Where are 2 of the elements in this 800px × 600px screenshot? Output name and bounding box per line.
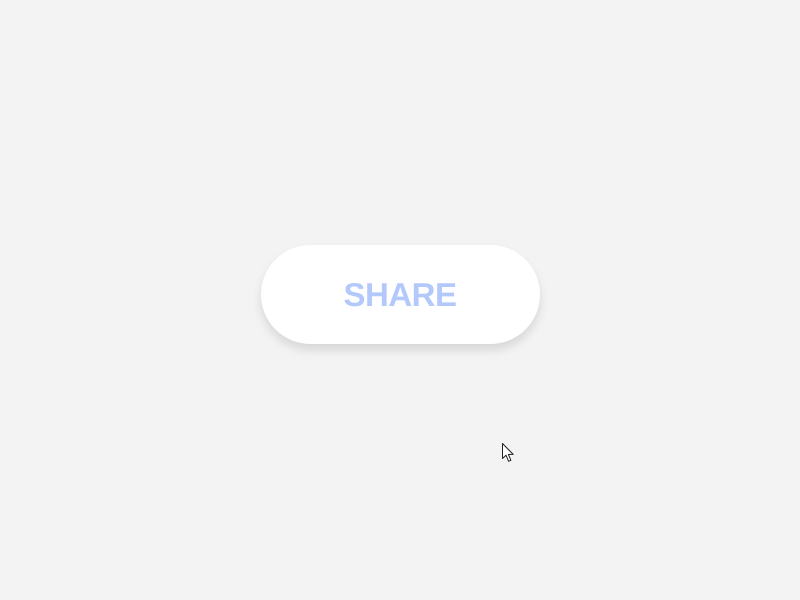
share-button[interactable]: SHARE [260,245,540,344]
cursor-icon [502,443,514,462]
